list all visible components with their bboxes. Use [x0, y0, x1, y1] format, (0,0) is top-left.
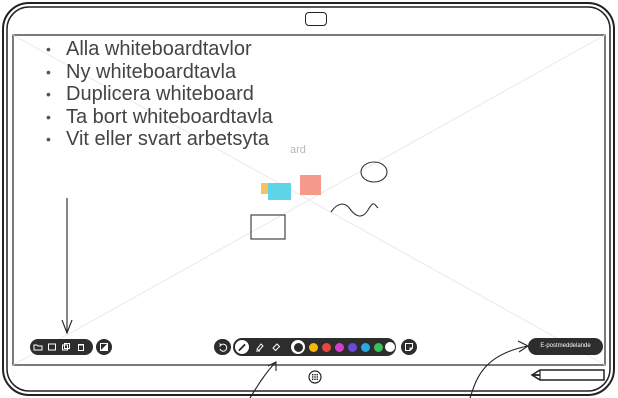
callout-arrow-center — [249, 361, 277, 398]
board-actions-toolbar — [30, 339, 93, 355]
new-board-icon[interactable] — [46, 341, 58, 353]
undo-button[interactable] — [214, 339, 231, 355]
duplicate-icon[interactable] — [60, 341, 72, 353]
eraser-icon[interactable] — [270, 341, 282, 353]
sticky-note-button[interactable] — [401, 339, 417, 355]
drawn-wave — [330, 203, 379, 217]
folder-icon[interactable] — [32, 341, 44, 353]
sticky-note-cyan — [268, 183, 291, 200]
contrast-icon — [100, 343, 108, 351]
sticky-note-icon — [405, 343, 413, 351]
email-button[interactable]: E-postmeddelande — [528, 338, 603, 355]
pen-icon — [238, 343, 246, 352]
drawing-toolbar — [233, 338, 396, 356]
color-swatch-red[interactable] — [322, 342, 331, 352]
color-swatch-magenta[interactable] — [335, 342, 344, 352]
highlighter-icon[interactable] — [254, 341, 266, 353]
contrast-toggle-button[interactable] — [96, 339, 112, 355]
drawn-ellipse — [360, 161, 388, 183]
color-swatch-purple[interactable] — [348, 342, 357, 352]
callout-arrow-right — [469, 345, 529, 398]
undo-icon — [218, 343, 227, 352]
pen-tool-button[interactable] — [234, 339, 250, 355]
trash-icon[interactable] — [75, 341, 87, 353]
drawn-rectangle — [250, 214, 286, 240]
color-swatch-blue[interactable] — [361, 342, 370, 352]
color-swatch-black[interactable] — [293, 342, 303, 352]
sticky-note-red — [300, 175, 321, 195]
color-swatch-green[interactable] — [374, 342, 383, 352]
color-swatch-yellow[interactable] — [309, 342, 318, 352]
color-swatch-white[interactable] — [385, 341, 395, 352]
